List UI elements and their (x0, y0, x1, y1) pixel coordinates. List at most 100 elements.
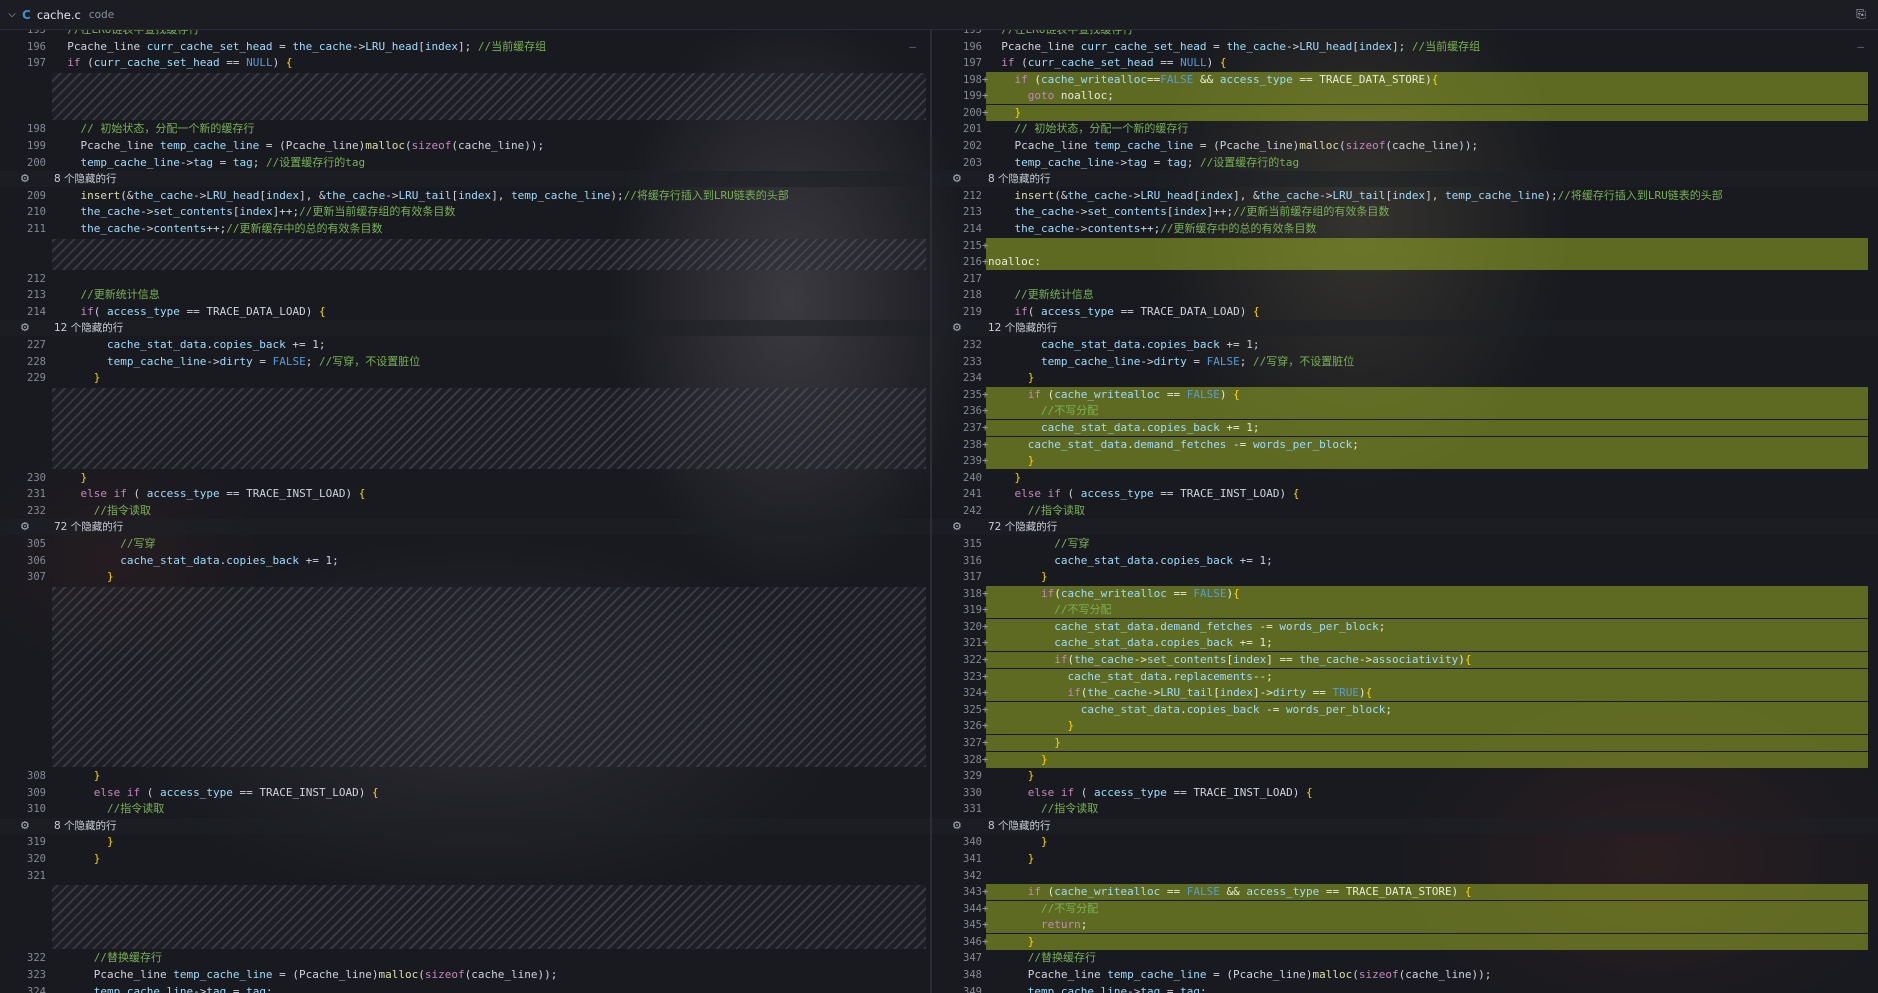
code-line[interactable]: 309 else if ( access_type == TRACE_INST_… (0, 785, 930, 801)
code-line[interactable]: 196 Pcache_line curr_cache_set_head = th… (932, 39, 1878, 55)
code-line[interactable]: 319 } (0, 834, 930, 850)
code-text[interactable]: Pcache_line temp_cache_line = (Pcache_li… (988, 967, 1492, 983)
code-text[interactable]: the_cache->contents++;//更新缓存中的总的有效条目数 (54, 221, 383, 237)
code-text[interactable]: else if ( access_type == TRACE_INST_LOAD… (54, 785, 379, 801)
code-text[interactable]: } (54, 834, 114, 850)
code-text[interactable]: goto noalloc; (988, 88, 1114, 104)
gear-icon[interactable]: ⚙ (20, 171, 30, 187)
added-code-line[interactable]: 216 + noalloc: (963, 254, 1868, 271)
gear-icon[interactable]: ⚙ (952, 320, 962, 336)
code-line[interactable]: 212 (0, 271, 930, 287)
code-text[interactable]: //不写分配 (988, 901, 1098, 917)
code-text[interactable]: return; (988, 917, 1087, 933)
code-text[interactable]: if (cache_writealloc==FALSE && access_ty… (988, 72, 1439, 88)
code-line[interactable]: 341 } (932, 851, 1878, 867)
added-code-line[interactable]: 215 + (963, 237, 1868, 254)
original-file-pane[interactable]: 195 //在LRU链表中查找缓存行196 Pcache_line curr_c… (0, 30, 930, 993)
hidden-lines-fold[interactable]: ⚙ 12 个隐藏的行 (0, 320, 930, 337)
code-line[interactable]: 306 cache_stat_data.copies_back += 1; (0, 553, 930, 569)
code-text[interactable]: if( access_type == TRACE_DATA_LOAD) { (988, 304, 1260, 320)
added-code-line[interactable]: 327 + } (963, 734, 1868, 751)
code-line[interactable]: 196 Pcache_line curr_cache_set_head = th… (0, 39, 930, 55)
code-line[interactable]: 228 temp_cache_line->dirty = FALSE; //写穿… (0, 354, 930, 370)
code-text[interactable]: if (cache_writealloc == FALSE && access_… (988, 884, 1472, 900)
code-line[interactable]: 232 //指令读取 (0, 503, 930, 519)
chevron-down-icon[interactable]: ⌵ (2, 9, 22, 20)
code-line[interactable]: 305 //写穿 (0, 536, 930, 552)
code-line[interactable]: 199 Pcache_line temp_cache_line = (Pcach… (0, 138, 930, 154)
code-text[interactable]: cache_stat_data.demand_fetches -= words_… (988, 619, 1385, 635)
code-text[interactable]: } (988, 105, 1022, 121)
code-line[interactable]: 198 // 初始状态，分配一个新的缓存行 (0, 121, 930, 137)
code-text[interactable]: } (988, 453, 1035, 469)
code-text[interactable]: } (54, 569, 114, 585)
code-text[interactable]: cache_stat_data.demand_fetches -= words_… (988, 437, 1359, 453)
code-line[interactable]: 232 cache_stat_data.copies_back += 1; (932, 337, 1878, 353)
added-code-line[interactable]: 321 + cache_stat_data.copies_back += 1; (963, 635, 1868, 652)
code-line[interactable]: 217 (932, 271, 1878, 287)
open-file-icon[interactable]: ⎘ (1854, 7, 1868, 21)
code-line[interactable]: 330 else if ( access_type == TRACE_INST_… (932, 785, 1878, 801)
added-code-line[interactable]: 237 + cache_stat_data.copies_back += 1; (963, 419, 1868, 436)
code-line[interactable]: 322 //替换缓存行 (0, 950, 930, 966)
added-code-line[interactable]: 324 + if(the_cache->LRU_tail[index]->dirt… (963, 685, 1868, 702)
code-text[interactable]: temp_cache_line->tag = tag; //设置缓存行的tag (988, 155, 1300, 171)
code-text[interactable]: //替换缓存行 (988, 950, 1096, 966)
code-line[interactable]: 227 cache_stat_data.copies_back += 1; (0, 337, 930, 353)
added-code-line[interactable]: 322 + if(the_cache->set_contents[index] =… (963, 652, 1868, 669)
code-line[interactable]: 195 //在LRU链表中查找缓存行 (932, 30, 1878, 38)
code-text[interactable]: else if ( access_type == TRACE_INST_LOAD… (988, 486, 1300, 502)
code-text[interactable]: } (988, 752, 1048, 768)
code-line[interactable]: 329 } (932, 768, 1878, 784)
code-text[interactable]: temp_cache_line->dirty = FALSE; //写穿，不设置… (988, 354, 1354, 370)
code-text[interactable]: if( access_type == TRACE_DATA_LOAD) { (54, 304, 326, 320)
added-code-line[interactable]: 320 + cache_stat_data.demand_fetches -= w… (963, 618, 1868, 635)
code-line[interactable]: 241 else if ( access_type == TRACE_INST_… (932, 486, 1878, 502)
added-code-line[interactable]: 198 + if (cache_writealloc==FALSE && acce… (963, 71, 1868, 88)
hidden-lines-fold[interactable]: ⚙ 12 个隐藏的行 (932, 320, 1878, 337)
code-text[interactable]: insert(&the_cache->LRU_head[index], &the… (54, 188, 789, 204)
code-text[interactable]: cache_stat_data.copies_back += 1; (988, 337, 1260, 353)
code-line[interactable]: 342 (932, 868, 1878, 884)
code-text[interactable]: cache_stat_data.copies_back += 1; (54, 337, 326, 353)
code-text[interactable]: //不写分配 (988, 403, 1098, 419)
code-text[interactable]: if(the_cache->set_contents[index] == the… (988, 652, 1471, 668)
added-code-line[interactable]: 323 + cache_stat_data.replacements--; (963, 668, 1868, 685)
gear-icon[interactable]: ⚙ (20, 519, 30, 535)
code-line[interactable]: 214 the_cache->contents++;//更新缓存中的总的有效条目… (932, 221, 1878, 237)
code-line[interactable]: 218 //更新统计信息 (932, 287, 1878, 303)
code-text[interactable]: } (988, 718, 1074, 734)
code-text[interactable]: //在LRU链表中查找缓存行 (988, 30, 1133, 38)
code-line[interactable]: 200 temp_cache_line->tag = tag; //设置缓存行的… (0, 155, 930, 171)
code-line[interactable]: 323 Pcache_line temp_cache_line = (Pcach… (0, 967, 930, 983)
code-text[interactable]: //替换缓存行 (54, 950, 162, 966)
added-code-line[interactable]: 200 + } (963, 104, 1868, 121)
code-text[interactable]: } (54, 470, 88, 486)
code-text[interactable]: cache_stat_data.copies_back += 1; (54, 553, 339, 569)
code-line[interactable]: 201 // 初始状态，分配一个新的缓存行 (932, 121, 1878, 137)
code-line[interactable]: 324 temp_cache_line->tag = tag; (0, 984, 930, 993)
code-line[interactable]: 195 //在LRU链表中查找缓存行 (0, 30, 930, 38)
added-code-line[interactable]: 328 + } (963, 751, 1868, 768)
code-text[interactable]: Pcache_line curr_cache_set_head = the_ca… (54, 39, 546, 55)
code-text[interactable]: } (988, 470, 1022, 486)
code-line[interactable]: 229 } (0, 370, 930, 386)
added-code-line[interactable]: 318 + if(cache_writealloc == FALSE){ (963, 585, 1868, 602)
code-line[interactable]: 233 temp_cache_line->dirty = FALSE; //写穿… (932, 354, 1878, 370)
code-text[interactable]: } (54, 851, 101, 867)
code-text[interactable]: if (curr_cache_set_head == NULL) { (54, 55, 292, 71)
code-line[interactable]: 348 Pcache_line temp_cache_line = (Pcach… (932, 967, 1878, 983)
code-text[interactable]: cache_stat_data.copies_back -= words_per… (988, 702, 1392, 718)
code-line[interactable]: 321 (0, 868, 930, 884)
code-line[interactable]: 197 if (curr_cache_set_head == NULL) { (0, 55, 930, 71)
hidden-lines-fold[interactable]: ⚙ 72 个隐藏的行 (932, 519, 1878, 536)
code-text[interactable]: else if ( access_type == TRACE_INST_LOAD… (54, 486, 366, 502)
code-line[interactable]: 197 if (curr_cache_set_head == NULL) { (932, 55, 1878, 71)
code-text[interactable]: //指令读取 (988, 503, 1085, 519)
code-text[interactable]: the_cache->set_contents[index]++;//更新当前缓… (54, 204, 456, 220)
code-text[interactable]: Pcache_line temp_cache_line = (Pcache_li… (54, 138, 544, 154)
code-text[interactable]: //不写分配 (988, 602, 1111, 618)
code-text[interactable]: //更新统计信息 (54, 287, 160, 303)
code-line[interactable]: 340 } (932, 834, 1878, 850)
hidden-lines-fold[interactable]: ⚙ 8 个隐藏的行 (0, 817, 930, 834)
